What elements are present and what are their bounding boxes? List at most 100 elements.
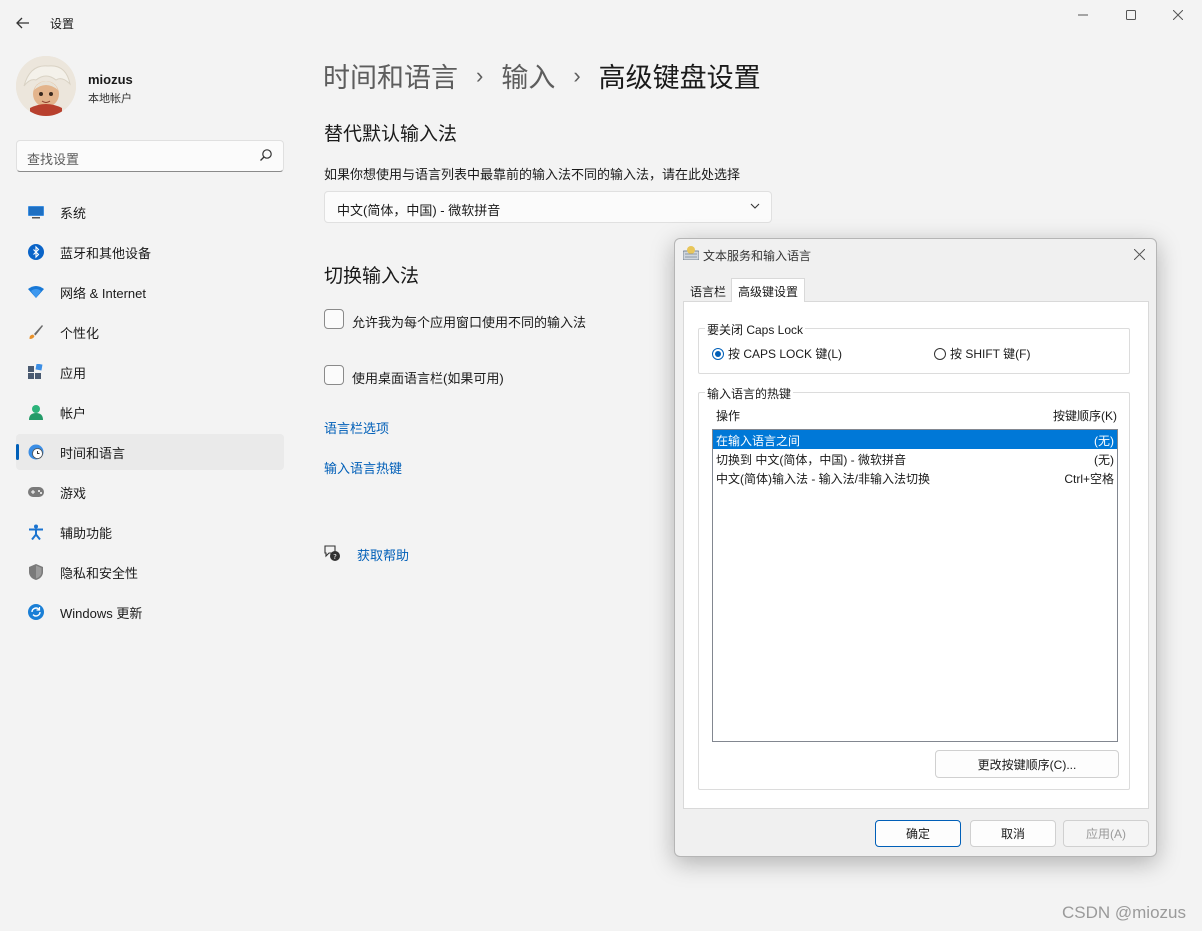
apps-icon (28, 364, 44, 380)
hotkey-list[interactable]: 在输入语言之间 (无) 切换到 中文(简体，中国) - 微软拼音 (无) 中文(… (712, 429, 1118, 742)
desktop-language-bar-checkbox[interactable] (324, 365, 344, 385)
switch-section-title: 切换输入法 (324, 266, 420, 287)
sidebar-item-gaming[interactable]: 游戏 (16, 474, 284, 510)
tab-panel: 要关闭 Caps Lock 按 CAPS LOCK 键(L) 按 SHIFT 键… (683, 301, 1149, 809)
help-icon: ? (324, 545, 340, 561)
keyboard-icon (683, 246, 699, 260)
dialog-close-button[interactable] (1128, 243, 1150, 265)
tab-advanced-key-settings[interactable]: 高级键设置 (731, 278, 806, 302)
apply-button[interactable]: 应用(A) (1063, 820, 1149, 847)
gamepad-icon (28, 484, 44, 500)
caps-lock-radio-label: 按 CAPS LOCK 键(L) (728, 347, 843, 361)
sidebar-item-personalization[interactable]: 个性化 (16, 314, 284, 350)
sidebar-item-label: 帐户 (60, 405, 87, 421)
shift-radio[interactable] (934, 347, 946, 360)
breadcrumb-time-language[interactable]: 时间和语言 (323, 56, 458, 95)
caps-lock-radio[interactable] (712, 347, 724, 360)
override-section-title: 替代默认输入法 (324, 124, 458, 145)
sidebar-item-network[interactable]: 网络 & Internet (16, 274, 284, 310)
back-button[interactable] (8, 8, 38, 38)
avatar-image (16, 56, 76, 116)
sidebar-item-label: 蓝牙和其他设备 (60, 245, 152, 261)
cancel-button[interactable]: 取消 (970, 820, 1056, 847)
breadcrumb-input[interactable]: 输入 (501, 56, 555, 95)
column-header-key-sequence: 按键顺序(K) (1053, 409, 1117, 423)
bluetooth-icon (28, 244, 44, 260)
maximize-icon (1126, 10, 1136, 20)
language-bar-options-link[interactable]: 语言栏选项 (324, 418, 389, 437)
sidebar-item-label: 游戏 (60, 485, 87, 501)
sidebar-item-label: Windows 更新 (60, 605, 143, 621)
hotkey-keys: (无) (1094, 453, 1114, 467)
per-app-input-label: 允许我为每个应用窗口使用不同的输入法 (352, 315, 587, 330)
minimize-icon (1078, 14, 1088, 16)
watermark: CSDN @miozus (1062, 903, 1186, 922)
sidebar-item-accounts[interactable]: 帐户 (16, 394, 284, 430)
sidebar-item-bluetooth[interactable]: 蓝牙和其他设备 (16, 234, 284, 270)
input-language-hotkeys-link[interactable]: 输入语言热键 (324, 458, 402, 477)
hotkey-action: 中文(简体)输入法 - 输入法/非输入法切换 (716, 472, 930, 486)
account-type: 本地帐户 (88, 93, 132, 105)
sidebar-item-privacy[interactable]: 隐私和安全性 (16, 554, 284, 590)
ok-button[interactable]: 确定 (875, 820, 961, 847)
sidebar-item-label: 系统 (60, 205, 87, 221)
sidebar-item-label: 隐私和安全性 (60, 565, 139, 581)
wifi-icon (28, 284, 44, 300)
change-key-sequence-button[interactable]: 更改按键顺序(C)... (935, 750, 1119, 778)
breadcrumb: 时间和语言 › 输入 › 高级键盘设置 (323, 56, 761, 95)
search-placeholder: 查找设置 (27, 152, 80, 167)
shift-radio-option[interactable]: 按 SHIFT 键(F) (934, 345, 1030, 362)
sidebar-item-label: 个性化 (60, 325, 100, 341)
dialog-title: 文本服务和输入语言 (703, 249, 812, 263)
brush-icon (28, 324, 44, 340)
accessibility-icon (28, 524, 44, 540)
search-input[interactable]: 查找设置 (16, 140, 284, 172)
back-arrow-icon (16, 17, 29, 29)
minimize-button[interactable] (1060, 0, 1106, 30)
chevron-down-icon (750, 203, 760, 209)
get-help-link[interactable]: 获取帮助 (357, 545, 409, 564)
list-item[interactable]: 在输入语言之间 (无) (713, 430, 1117, 449)
caps-lock-radio-option[interactable]: 按 CAPS LOCK 键(L) (712, 345, 842, 362)
sidebar-item-accessibility[interactable]: 辅助功能 (16, 514, 284, 550)
hotkey-action: 在输入语言之间 (716, 434, 801, 448)
clock-globe-icon (28, 444, 44, 460)
column-header-action: 操作 (716, 409, 741, 423)
avatar[interactable] (16, 56, 76, 116)
hotkey-keys: Ctrl+空格 (1064, 472, 1114, 486)
caps-lock-group: 要关闭 Caps Lock 按 CAPS LOCK 键(L) 按 SHIFT 键… (698, 321, 1130, 374)
close-button[interactable] (1155, 0, 1201, 30)
list-item[interactable]: 中文(简体)输入法 - 输入法/非输入法切换 Ctrl+空格 (713, 468, 1117, 487)
sidebar-item-label: 应用 (60, 365, 87, 381)
breadcrumb-separator: › (573, 62, 581, 88)
system-icon (28, 204, 44, 220)
shield-icon (28, 564, 44, 580)
maximize-button[interactable] (1108, 0, 1154, 30)
sidebar-nav: 系统 蓝牙和其他设备 网络 & Internet 个性化 应用 帐户 时间和语言… (16, 194, 284, 634)
sidebar-item-label: 时间和语言 (60, 445, 126, 461)
user-name: miozus (88, 72, 133, 87)
close-icon (1133, 248, 1145, 260)
tab-language-bar[interactable]: 语言栏 (684, 279, 733, 302)
hotkey-action: 切换到 中文(简体，中国) - 微软拼音 (716, 453, 906, 467)
override-description: 如果你想使用与语言列表中最靠前的输入法不同的输入法，请在此处选择 (324, 167, 741, 182)
close-icon (1173, 10, 1183, 20)
input-method-dropdown[interactable]: 中文(简体，中国) - 微软拼音 (324, 191, 772, 223)
account-icon (28, 404, 44, 420)
caps-lock-group-label: 要关闭 Caps Lock (705, 321, 806, 338)
sidebar-item-windows-update[interactable]: Windows 更新 (16, 594, 284, 630)
page-title: 高级键盘设置 (598, 63, 761, 93)
dropdown-value: 中文(简体，中国) - 微软拼音 (337, 203, 501, 218)
per-app-input-checkbox[interactable] (324, 309, 344, 329)
breadcrumb-separator: › (476, 62, 484, 88)
text-services-dialog: 文本服务和输入语言 语言栏 高级键设置 要关闭 Caps Lock 按 CAPS… (674, 238, 1157, 857)
svg-text:?: ? (333, 553, 337, 561)
sidebar-item-label: 辅助功能 (60, 525, 113, 541)
sidebar-item-system[interactable]: 系统 (16, 194, 284, 230)
search-icon (260, 149, 272, 161)
list-item[interactable]: 切换到 中文(简体，中国) - 微软拼音 (无) (713, 449, 1117, 468)
sidebar-item-label: 网络 & Internet (60, 285, 146, 301)
sidebar-item-time-language[interactable]: 时间和语言 (16, 434, 284, 470)
update-icon (28, 604, 44, 620)
sidebar-item-apps[interactable]: 应用 (16, 354, 284, 390)
